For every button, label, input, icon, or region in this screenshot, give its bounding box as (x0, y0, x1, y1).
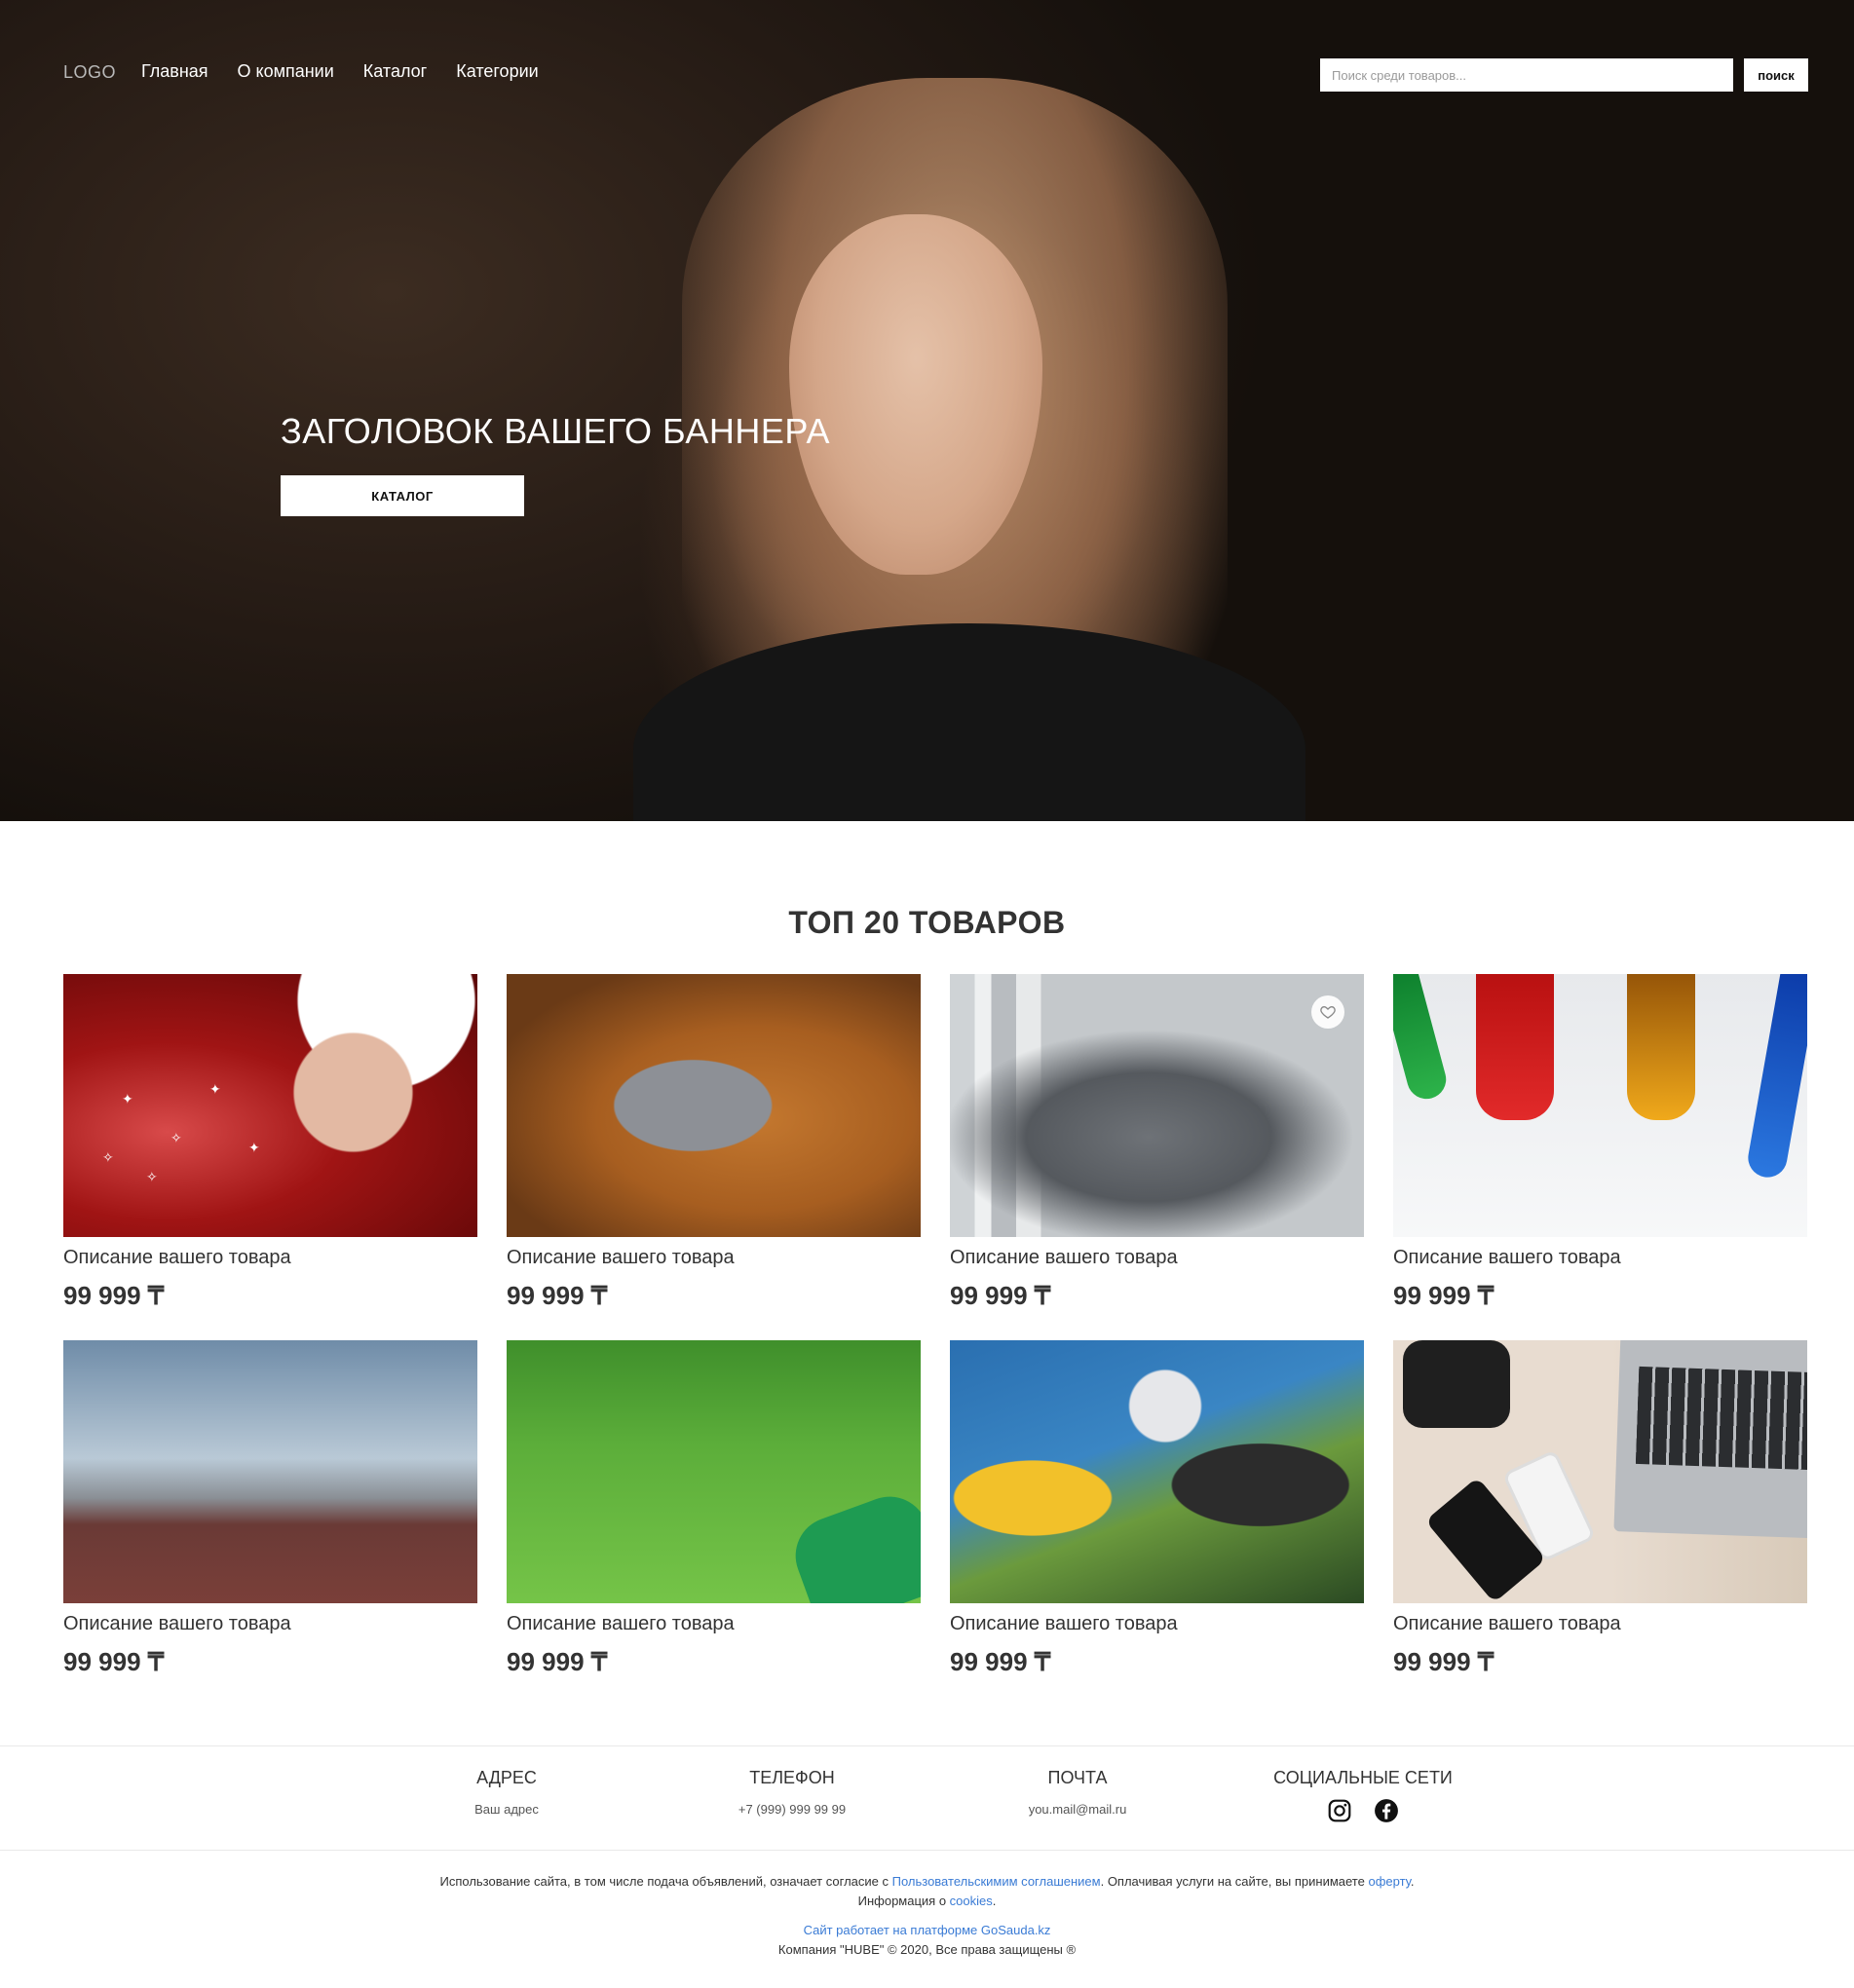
offer-link[interactable]: оферту (1368, 1874, 1410, 1889)
product-title[interactable]: Описание вашего товара (950, 1613, 1364, 1635)
product-image[interactable] (507, 1340, 921, 1603)
nav-item-home[interactable]: Главная (141, 61, 208, 82)
product-image[interactable] (507, 974, 921, 1237)
catalog-button[interactable]: КАТАЛОГ (281, 475, 524, 516)
contact-heading: ПОЧТА (1047, 1768, 1108, 1787)
product-price: 99 999 ₸ (1393, 1647, 1495, 1676)
legal-text: Использование сайта, в том числе подача … (439, 1874, 892, 1889)
nav-item-about[interactable]: О компании (238, 61, 334, 82)
legal-text: Информация о (857, 1894, 950, 1908)
top-products-section: ТОП 20 ТОВАРОВ ✦ ✧ ✦ ✧ ✦ ✧ Описание ваше… (0, 821, 1854, 1745)
legal-text: . Оплачивая услуги на сайте, вы принимае… (1100, 1874, 1369, 1889)
instagram-icon[interactable] (1327, 1798, 1352, 1823)
copyright: Компания "HUBE" © 2020, Все права защище… (777, 1942, 1077, 1957)
platform-link[interactable]: Сайт работает на платформе GoSauda.kz (804, 1923, 1051, 1937)
product-image[interactable] (950, 974, 1364, 1237)
bottle-blue (1745, 974, 1807, 1181)
contact-value: Ваш адрес (474, 1802, 539, 1817)
bottle-orange (1627, 974, 1695, 1120)
cookies-link[interactable]: cookies (950, 1894, 993, 1908)
legal-text: . (1410, 1874, 1415, 1889)
product-title[interactable]: Описание вашего товара (507, 1247, 921, 1269)
hero-content: ЗАГОЛОВОК ВАШЕГО БАННЕРА КАТАЛОГ (281, 411, 830, 516)
legal-line-1: Использование сайта, в том числе подача … (0, 1872, 1854, 1892)
nav-item-categories[interactable]: Категории (456, 61, 538, 82)
nav-item-catalog[interactable]: Каталог (363, 61, 427, 82)
legal-line-2: Информация о cookies. (0, 1892, 1854, 1911)
user-agreement-link[interactable]: Пользовательскимим соглашением (892, 1874, 1101, 1889)
product-image[interactable] (1393, 1340, 1807, 1603)
contact-address: АДРЕС Ваш адрес (458, 1768, 555, 1817)
product-card[interactable]: Описание вашего товара 99 999 ₸ (1393, 974, 1807, 1311)
contact-heading: СОЦИАЛЬНЫЕ СЕТИ (1273, 1768, 1453, 1787)
product-card[interactable]: Описание вашего товара 99 999 ₸ (507, 974, 921, 1311)
product-title[interactable]: Описание вашего товара (950, 1247, 1364, 1269)
search-input[interactable] (1320, 58, 1733, 92)
bottle-green (1393, 974, 1451, 1104)
product-card[interactable]: ✦ ✧ ✦ ✧ ✦ ✧ Описание вашего товара 99 99… (63, 974, 477, 1311)
hero-title: ЗАГОЛОВОК ВАШЕГО БАННЕРА (281, 411, 831, 451)
contact-phone: ТЕЛЕФОН +7 (999) 999 99 99 (719, 1768, 865, 1817)
footer: АДРЕС Ваш адрес ТЕЛЕФОН +7 (999) 999 99 … (0, 1745, 1854, 1960)
facebook-icon[interactable] (1374, 1798, 1399, 1823)
product-card[interactable]: Описание вашего товара 99 999 ₸ (1393, 1340, 1807, 1677)
product-card[interactable]: Описание вашего товара 99 999 ₸ (507, 1340, 921, 1677)
heart-icon (1320, 1005, 1336, 1019)
product-price: 99 999 ₸ (507, 1647, 608, 1676)
hero-banner: LOGO Главная О компании Каталог Категори… (0, 0, 1854, 821)
contact-value[interactable]: +7 (999) 999 99 99 (719, 1802, 865, 1817)
product-price: 99 999 ₸ (63, 1281, 165, 1310)
product-price: 99 999 ₸ (1393, 1281, 1495, 1310)
product-card[interactable]: Описание вашего товара 99 999 ₸ (63, 1340, 477, 1677)
keyboard-shape (1635, 1366, 1807, 1471)
legal-text: . (992, 1894, 997, 1908)
laptop-shape (1613, 1340, 1807, 1539)
product-price: 99 999 ₸ (950, 1281, 1051, 1310)
product-title[interactable]: Описание вашего товара (63, 1247, 477, 1269)
product-image[interactable] (1393, 974, 1807, 1237)
search-button[interactable]: поиск (1744, 58, 1808, 92)
contact-value[interactable]: you.mail@mail.ru (1004, 1802, 1151, 1817)
sneaker-shape (784, 1485, 921, 1603)
product-price: 99 999 ₸ (950, 1647, 1051, 1676)
product-card[interactable]: Описание вашего товара 99 999 ₸ (950, 1340, 1364, 1677)
product-image[interactable] (63, 1340, 477, 1603)
product-image[interactable]: ✦ ✧ ✦ ✧ ✦ ✧ (63, 974, 477, 1237)
platform-line: Сайт работает на платформе GoSauda.kz (0, 1921, 1854, 1940)
product-card[interactable]: Описание вашего товара 99 999 ₸ (950, 974, 1364, 1311)
main-nav: Главная О компании Каталог Категории (141, 61, 539, 82)
product-price: 99 999 ₸ (507, 1281, 608, 1310)
social-icons (1260, 1798, 1466, 1823)
bottle-red (1476, 974, 1554, 1120)
contact-social: СОЦИАЛЬНЫЕ СЕТИ (1260, 1768, 1466, 1823)
logo[interactable]: LOGO (63, 62, 116, 83)
navbar: LOGO Главная О компании Каталог Категори… (0, 0, 1854, 146)
legal-info: Использование сайта, в том числе подача … (0, 1851, 1854, 1960)
section-title: ТОП 20 ТОВАРОВ (788, 905, 1066, 940)
contact-heading: ТЕЛЕФОН (749, 1768, 835, 1787)
footer-contacts: АДРЕС Ваш адрес ТЕЛЕФОН +7 (999) 999 99 … (0, 1745, 1854, 1851)
product-price: 99 999 ₸ (63, 1647, 165, 1676)
product-title[interactable]: Описание вашего товара (1393, 1613, 1807, 1635)
product-title[interactable]: Описание вашего товара (63, 1613, 477, 1635)
contact-heading: АДРЕС (476, 1768, 537, 1787)
contact-email: ПОЧТА you.mail@mail.ru (1004, 1768, 1151, 1817)
product-image[interactable] (950, 1340, 1364, 1603)
wishlist-button[interactable] (1311, 995, 1344, 1029)
product-grid: ✦ ✧ ✦ ✧ ✦ ✧ Описание вашего товара 99 99… (63, 974, 1807, 1677)
camera-shape (1403, 1340, 1510, 1428)
product-title[interactable]: Описание вашего товара (507, 1613, 921, 1635)
product-title[interactable]: Описание вашего товара (1393, 1247, 1807, 1269)
